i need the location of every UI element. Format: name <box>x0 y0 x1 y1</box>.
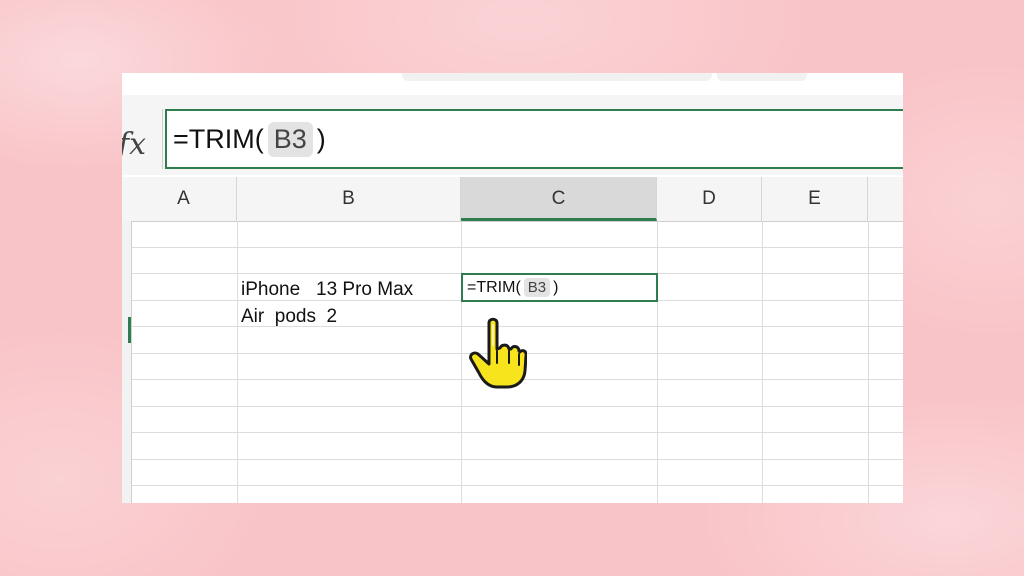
cell-formula-reference: B3 <box>523 278 551 297</box>
cell-b4[interactable]: Air pods 2 <box>241 306 337 328</box>
pointing-hand-icon <box>469 317 527 389</box>
active-cell-c3[interactable]: =TRIM( B3 ) <box>461 273 658 302</box>
formula-cell-reference: B3 <box>267 121 313 157</box>
fx-icon[interactable]: fx <box>122 127 146 162</box>
cell-b3[interactable]: iPhone 13 Pro Max <box>241 279 413 301</box>
cell-formula-prefix: =TRIM( <box>467 278 521 296</box>
column-header-c[interactable]: C <box>461 177 657 221</box>
formula-suffix: ) <box>316 123 326 154</box>
formula-input[interactable]: =TRIM( B3 ) <box>165 109 903 169</box>
formula-bar: fx =TRIM( B3 ) <box>122 95 903 175</box>
column-header-e[interactable]: E <box>762 177 868 221</box>
column-header-a[interactable]: A <box>131 177 237 221</box>
toolbar-strip <box>122 73 903 95</box>
cell-formula-suffix: ) <box>553 278 559 296</box>
spreadsheet-window: fx =TRIM( B3 ) A B C D E <box>122 73 903 503</box>
formula-divider <box>162 109 163 169</box>
formula-prefix: =TRIM( <box>173 123 264 154</box>
column-headers: A B C D E <box>122 177 903 222</box>
column-header-d[interactable]: D <box>657 177 762 221</box>
column-header-b[interactable]: B <box>237 177 461 221</box>
